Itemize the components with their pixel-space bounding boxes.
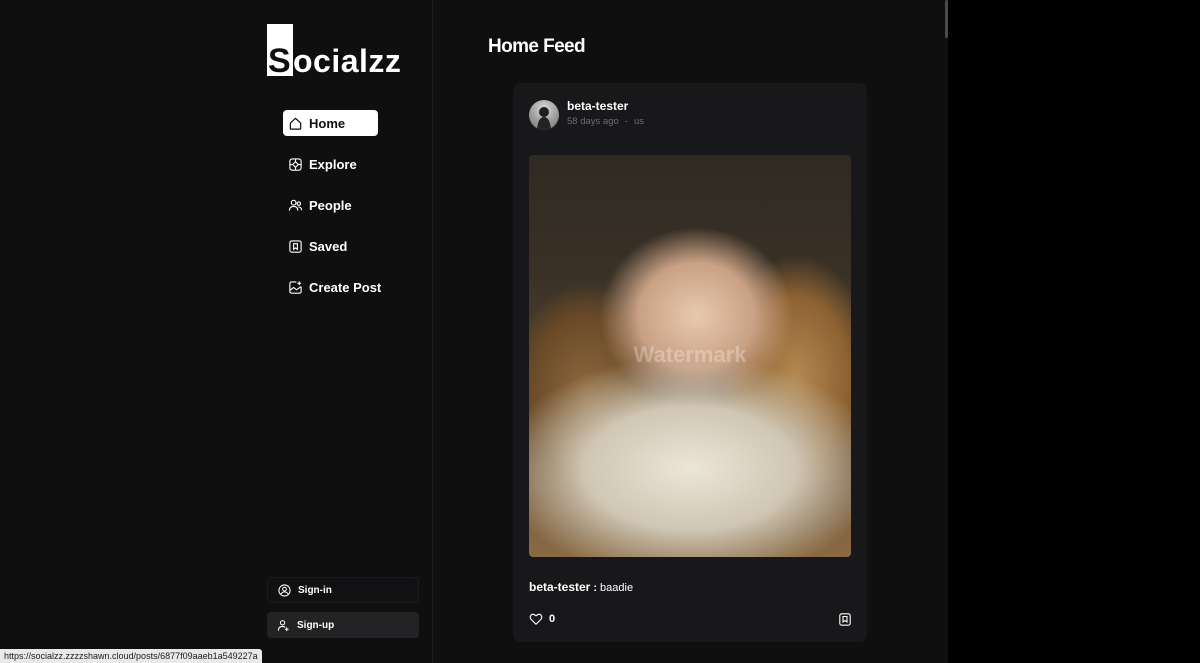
- sign-in-label: Sign-in: [298, 584, 332, 596]
- sidebar: S ocialzz Home Explore People Saved Crea…: [0, 0, 433, 663]
- heart-icon: [529, 612, 543, 626]
- sidebar-item-label: Saved: [309, 238, 348, 254]
- sign-up-label: Sign-up: [297, 619, 335, 631]
- explore-icon: [288, 157, 303, 172]
- post-image[interactable]: Watermark: [529, 155, 851, 557]
- sidebar-item-people[interactable]: People: [283, 192, 378, 218]
- sidebar-item-saved[interactable]: Saved: [283, 233, 378, 259]
- people-icon: [288, 198, 303, 213]
- sidebar-item-create-post[interactable]: Create Post: [283, 274, 382, 300]
- sign-up-button[interactable]: Sign-up: [267, 612, 419, 638]
- sidebar-nav: Home Explore People Saved Create Post: [283, 110, 382, 315]
- sidebar-item-explore[interactable]: Explore: [283, 151, 378, 177]
- page-title: Home Feed: [488, 36, 586, 57]
- status-bar-url: https://socialzz.zzzzshawn.cloud/posts/6…: [0, 649, 262, 663]
- sign-in-button[interactable]: Sign-in: [267, 577, 419, 603]
- sidebar-item-home[interactable]: Home: [283, 110, 378, 136]
- sidebar-item-label: Create Post: [309, 279, 382, 295]
- post-location: us: [633, 116, 644, 127]
- like-button[interactable]: 0: [529, 612, 555, 626]
- post-username[interactable]: beta-tester: [567, 99, 628, 113]
- image-watermark: Watermark: [633, 342, 747, 367]
- avatar[interactable]: [529, 100, 559, 130]
- create-post-icon: [288, 280, 303, 295]
- socialzz-logo[interactable]: S ocialzz: [267, 24, 401, 80]
- logo-text: ocialzz: [293, 43, 402, 79]
- post-card[interactable]: beta-tester 58 days ago - us Watermark bet…: [513, 83, 867, 642]
- caption-separator: :: [593, 582, 598, 594]
- bookmark-icon: [288, 239, 303, 254]
- home-icon: [288, 116, 303, 131]
- scrollbar[interactable]: [945, 0, 948, 663]
- post-meta: 58 days ago - us: [567, 116, 644, 127]
- user-add-icon: [277, 619, 290, 632]
- like-count: 0: [549, 613, 556, 625]
- caption-username[interactable]: beta-tester: [529, 580, 590, 594]
- user-circle-icon: [278, 583, 291, 597]
- scrollbar-thumb[interactable]: [945, 0, 948, 38]
- sidebar-item-label: People: [309, 197, 352, 213]
- save-post-button[interactable]: [839, 613, 851, 626]
- logo-initial: S: [268, 42, 291, 80]
- app-window: S ocialzz Home Explore People Saved Crea…: [0, 0, 948, 663]
- post-caption: beta-tester: baadie: [529, 580, 633, 594]
- sidebar-item-label: Explore: [309, 156, 357, 172]
- post-time: 58 days ago: [567, 116, 619, 127]
- meta-separator: -: [624, 116, 628, 127]
- sidebar-item-label: Home: [309, 115, 346, 131]
- caption-text: baadie: [600, 582, 634, 594]
- main-content: Home Feed beta-tester 58 days ago - us Wat…: [434, 0, 948, 663]
- bookmark-icon: [839, 613, 851, 626]
